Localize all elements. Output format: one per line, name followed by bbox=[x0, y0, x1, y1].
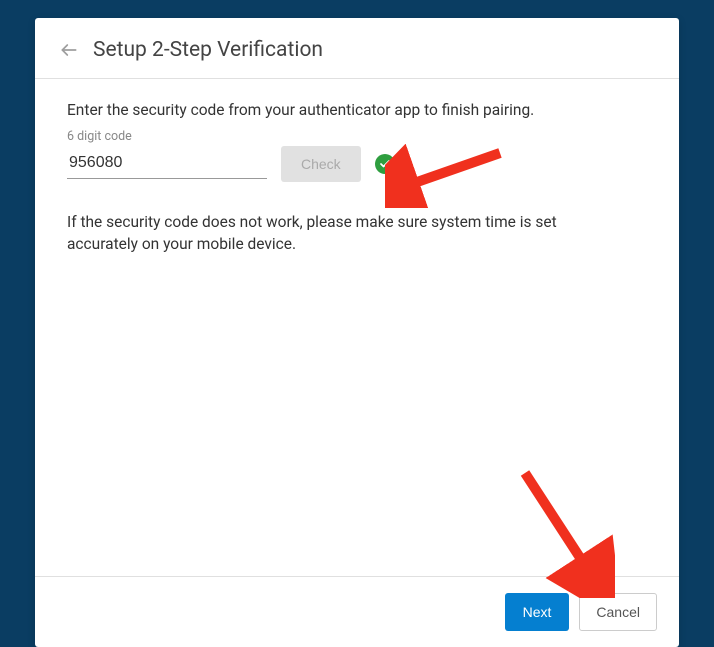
check-button[interactable]: Check bbox=[281, 146, 361, 182]
cancel-button[interactable]: Cancel bbox=[579, 593, 657, 631]
checkmark-success-icon bbox=[375, 154, 395, 174]
next-button[interactable]: Next bbox=[505, 593, 570, 631]
setup-2fa-modal: Setup 2-Step Verification Enter the secu… bbox=[35, 18, 679, 647]
modal-footer: Next Cancel bbox=[35, 576, 679, 647]
modal-header: Setup 2-Step Verification bbox=[35, 18, 679, 78]
instruction-text: Enter the security code from your authen… bbox=[67, 101, 647, 119]
help-text: If the security code does not work, plea… bbox=[67, 212, 607, 255]
modal-title: Setup 2-Step Verification bbox=[93, 38, 323, 62]
code-input[interactable] bbox=[67, 150, 267, 179]
back-arrow-icon[interactable] bbox=[59, 40, 79, 60]
modal-body: Enter the security code from your authen… bbox=[35, 79, 679, 576]
code-input-row: Check bbox=[67, 146, 647, 182]
code-input-label: 6 digit code bbox=[67, 129, 647, 144]
